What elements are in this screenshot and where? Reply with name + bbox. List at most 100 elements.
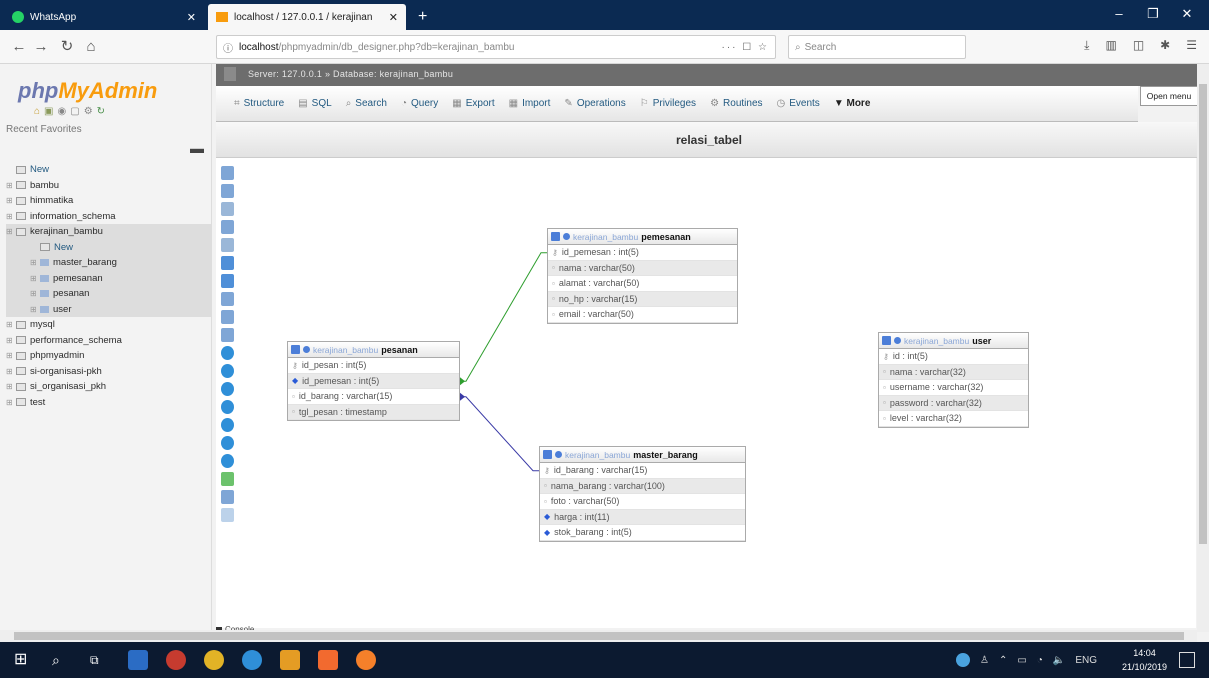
designer-table-master-barang[interactable]: kerajinan_bambu master_barang ⚷ id_barang :… (539, 446, 746, 542)
url-actions[interactable]: ··· ☐ ☆ (722, 42, 769, 53)
expand-icon[interactable]: ⊞ (30, 305, 40, 314)
toggle-columns-icon[interactable] (303, 346, 310, 353)
nav-toggle-icon[interactable] (224, 67, 236, 81)
designer-tool-19-icon[interactable] (220, 490, 234, 504)
tree-item-mysql[interactable]: ⊞ mysql (6, 317, 211, 333)
phpmyadmin-logo[interactable]: phpMyAdmin (18, 78, 157, 104)
extension-icon[interactable]: ✱ (1160, 38, 1170, 53)
tree-item-phpmyadmin[interactable]: ⊞ phpmyadmin (6, 348, 211, 364)
tab-whatsapp[interactable]: WhatsApp ✕ (4, 4, 204, 30)
designer-tool-8-icon[interactable] (220, 292, 234, 306)
tree-item-si-organisasi-pkh[interactable]: ⊞ si_organisasi_pkh (6, 379, 211, 395)
menu-more[interactable]: ▼ More (834, 98, 871, 109)
chevron-up-icon[interactable]: ⌃ (999, 655, 1007, 666)
designer-tool-15-icon[interactable] (220, 418, 234, 432)
table-header[interactable]: kerajinan_bambu pemesanan (548, 229, 737, 245)
expand-icon[interactable]: ⊞ (6, 181, 16, 190)
app-icon[interactable] (166, 650, 186, 670)
menu-export[interactable]: ▦ Export (452, 98, 494, 109)
expand-icon[interactable]: ⊞ (6, 367, 16, 376)
sql-docs-icon[interactable]: ▢ (70, 106, 79, 117)
url-bar[interactable]: ⓘ localhost/phpmyadmin/db_designer.php?d… (216, 35, 776, 59)
select-table-checkbox[interactable] (551, 232, 560, 241)
toggle-columns-icon[interactable] (563, 233, 570, 240)
forward-icon[interactable]: → (30, 37, 52, 57)
table-column-row[interactable]: ▫ foto : varchar(50) (540, 494, 745, 510)
tree-item-new[interactable]: New (6, 239, 211, 255)
designer-tool-11-icon[interactable] (220, 346, 234, 360)
expand-icon[interactable]: ⊞ (6, 212, 16, 221)
library-icon[interactable]: ▥ (1105, 38, 1116, 53)
designer-tool-5-icon[interactable] (220, 238, 234, 252)
table-column-row[interactable]: ⚷ id : int(5) (879, 349, 1028, 365)
maximize-icon[interactable]: ❐ (1138, 6, 1168, 22)
menu-sql[interactable]: ▤ SQL (298, 98, 331, 109)
select-table-checkbox[interactable] (291, 345, 300, 354)
tree-item-information-schema[interactable]: ⊞ information_schema (6, 209, 211, 225)
tree-item-pesanan[interactable]: ⊞ pesanan (6, 286, 211, 302)
sidebar-icon[interactable]: ◫ (1133, 38, 1144, 53)
table-column-row[interactable]: ▫ no_hp : varchar(15) (548, 291, 737, 307)
table-column-row[interactable]: ▫ nama : varchar(32) (879, 364, 1028, 380)
designer-tool-7-icon[interactable] (220, 274, 234, 288)
table-column-row[interactable]: ▫ password : varchar(32) (879, 395, 1028, 411)
menu-routines[interactable]: ⚙ Routines (710, 98, 762, 109)
menu-operations[interactable]: ✎ Operations (564, 98, 625, 109)
menu-privileges[interactable]: ⚐ Privileges (640, 98, 696, 109)
collapse-all-icon[interactable]: ▬ (190, 140, 204, 156)
select-table-checkbox[interactable] (882, 336, 891, 345)
clock[interactable]: 14:04 21/10/2019 (1122, 646, 1167, 674)
tree-item-master-barang[interactable]: ⊞ master_barang (6, 255, 211, 271)
table-header[interactable]: kerajinan_bambu user (879, 333, 1028, 349)
table-column-row[interactable]: ▫ level : varchar(32) (879, 411, 1028, 427)
vertical-scrollbar[interactable] (1197, 64, 1209, 632)
designer-tool-4-icon[interactable] (220, 220, 234, 234)
menu-import[interactable]: ▦ Import (509, 98, 551, 109)
table-column-row[interactable]: ▫ alamat : varchar(50) (548, 276, 737, 292)
task-view-icon[interactable]: ⧉ (90, 650, 110, 670)
home-icon[interactable]: ⌂ (80, 37, 102, 57)
designer-table-user[interactable]: kerajinan_bambu user ⚷ id : int(5) ▫ nama : v… (878, 332, 1029, 428)
start-icon[interactable]: ⊞ (14, 650, 34, 670)
table-column-row[interactable]: ⚷ id_pesan : int(5) (288, 358, 459, 374)
expand-icon[interactable]: ⊞ (6, 382, 16, 391)
logout-icon[interactable]: ▣ (44, 106, 53, 117)
volume-icon[interactable]: 🔈 (1053, 655, 1065, 666)
expand-icon[interactable]: ⊞ (30, 274, 40, 283)
tree-item-new[interactable]: New (6, 162, 211, 178)
menu-structure[interactable]: ⌗ Structure (234, 98, 284, 109)
menu-search[interactable]: ⌕ Search (346, 98, 387, 109)
expand-icon[interactable]: ⊞ (30, 289, 40, 298)
designer-tool-16-icon[interactable] (220, 436, 234, 450)
designer-tool-2-icon[interactable] (220, 184, 234, 198)
docs-icon[interactable]: ◉ (58, 106, 67, 117)
designer-tool-10-icon[interactable] (220, 328, 234, 342)
reload-nav-icon[interactable]: ↻ (97, 106, 105, 117)
designer-tool-20-icon[interactable] (220, 508, 234, 522)
designer-tool-18-icon[interactable] (220, 472, 234, 486)
close-window-icon[interactable]: ✕ (1172, 6, 1202, 22)
close-tab-icon[interactable]: ✕ (389, 11, 398, 24)
table-column-row[interactable]: ▫ username : varchar(32) (879, 380, 1028, 396)
menu-query[interactable]: ◔ Query (401, 98, 438, 109)
table-column-row[interactable]: ▫ id_barang : varchar(15) (288, 389, 459, 405)
menu-icon[interactable]: ☰ (1186, 38, 1197, 53)
designer-tool-14-icon[interactable] (220, 400, 234, 414)
designer-tool-6-icon[interactable] (220, 256, 234, 270)
firefox-icon[interactable] (356, 650, 376, 670)
sublime-icon[interactable] (280, 650, 300, 670)
search-input[interactable]: ⌕ Search (788, 35, 966, 59)
network-icon[interactable]: ◔ (1037, 655, 1043, 666)
table-column-row[interactable]: ◆ harga : int(11) (540, 509, 745, 525)
reload-icon[interactable]: ↻ (56, 37, 78, 57)
download-icon[interactable]: ⤓ (1084, 38, 1089, 53)
table-column-row[interactable]: ▫ nama_barang : varchar(100) (540, 478, 745, 494)
mail-icon[interactable] (128, 650, 148, 670)
toggle-columns-icon[interactable] (555, 451, 562, 458)
tree-item-user[interactable]: ⊞ user (6, 301, 211, 317)
designer-tool-13-icon[interactable] (220, 382, 234, 396)
select-table-checkbox[interactable] (543, 450, 552, 459)
table-column-row[interactable]: ▫ nama : varchar(50) (548, 260, 737, 276)
expand-icon[interactable]: ⊞ (6, 227, 16, 236)
table-header[interactable]: kerajinan_bambu pesanan (288, 342, 459, 358)
